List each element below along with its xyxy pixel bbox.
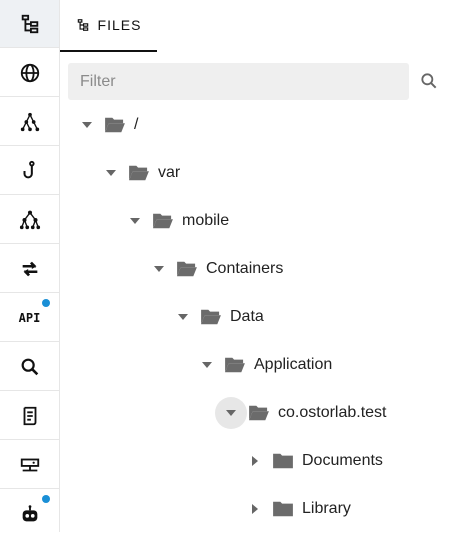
search-icon bbox=[421, 73, 437, 89]
graph-icon bbox=[20, 112, 39, 131]
caret-right-icon[interactable] bbox=[246, 500, 264, 518]
rail-network-button[interactable] bbox=[0, 49, 59, 97]
tab-files[interactable]: FILES bbox=[60, 0, 157, 52]
caret-down-icon[interactable] bbox=[126, 212, 144, 230]
tab-bar: FILES bbox=[60, 0, 455, 54]
tree-node-label: / bbox=[134, 116, 139, 133]
tree-node[interactable]: mobile bbox=[126, 197, 229, 245]
folder-icon bbox=[273, 453, 293, 469]
rail-bot-button[interactable] bbox=[0, 490, 59, 538]
tree-node-label: var bbox=[158, 164, 181, 181]
rail-graph-button[interactable] bbox=[0, 98, 59, 146]
search-icon bbox=[21, 358, 38, 375]
caret-down-icon[interactable] bbox=[174, 308, 192, 326]
api-icon: API bbox=[18, 310, 41, 325]
transfer-icon bbox=[22, 261, 37, 276]
icon-rail: API bbox=[0, 0, 60, 532]
tree-node-label: Documents bbox=[302, 452, 383, 469]
tree-node-label: mobile bbox=[182, 212, 230, 229]
hook-icon bbox=[22, 160, 35, 178]
folder-open-icon bbox=[177, 261, 197, 277]
caret-down-icon[interactable] bbox=[102, 164, 120, 182]
notification-dot bbox=[42, 299, 50, 307]
tree-node[interactable]: Library bbox=[246, 485, 351, 533]
folder-open-icon bbox=[249, 405, 269, 421]
rail-report-button[interactable] bbox=[0, 392, 59, 440]
tree-node[interactable]: Data bbox=[174, 293, 264, 341]
tree-node-label: Library bbox=[302, 500, 351, 517]
caret-down-icon[interactable] bbox=[78, 116, 96, 134]
tree-node-label: Containers bbox=[206, 260, 284, 277]
tree-node[interactable]: Documents bbox=[246, 437, 383, 485]
tree-node[interactable]: Application bbox=[198, 341, 332, 389]
tree-node[interactable]: co.ostorlab.test bbox=[215, 389, 387, 437]
rail-hierarchy-button[interactable] bbox=[0, 196, 59, 244]
search-button[interactable] bbox=[417, 69, 441, 93]
rail-files-button[interactable] bbox=[0, 0, 59, 48]
caret-down-icon[interactable] bbox=[150, 260, 168, 278]
document-icon bbox=[23, 406, 36, 425]
tree-node[interactable]: / bbox=[78, 101, 138, 149]
globe-icon bbox=[20, 63, 39, 82]
notification-dot bbox=[42, 495, 50, 503]
rail-hook-button[interactable] bbox=[0, 147, 59, 195]
tree-node-label: Application bbox=[254, 356, 333, 373]
files-tree-icon bbox=[21, 14, 38, 33]
caret-right-icon[interactable] bbox=[246, 452, 264, 470]
tree-node[interactable]: Containers bbox=[150, 245, 283, 293]
rail-transfer-button[interactable] bbox=[0, 245, 59, 293]
caret-down-icon[interactable] bbox=[215, 397, 247, 429]
files-panel: FILES / var mobile Containers Data Appli… bbox=[60, 0, 455, 532]
folder-open-icon bbox=[105, 117, 125, 133]
folder-open-icon bbox=[153, 213, 173, 229]
filter-input[interactable] bbox=[68, 63, 409, 100]
tab-files-label: FILES bbox=[97, 17, 142, 33]
rail-search-button[interactable] bbox=[0, 343, 59, 391]
server-icon bbox=[20, 458, 39, 471]
rail-api-button[interactable]: API bbox=[0, 294, 59, 342]
folder-icon bbox=[273, 501, 293, 517]
files-tree-icon bbox=[77, 19, 88, 31]
rail-device-button[interactable] bbox=[0, 441, 59, 489]
tree-node[interactable]: var bbox=[102, 149, 180, 197]
folder-open-icon bbox=[129, 165, 149, 181]
folder-open-icon bbox=[201, 309, 221, 325]
robot-icon bbox=[22, 505, 37, 522]
caret-down-icon[interactable] bbox=[198, 356, 216, 374]
folder-open-icon bbox=[225, 357, 245, 373]
tree-node-label: co.ostorlab.test bbox=[278, 404, 387, 421]
tree-node-label: Data bbox=[230, 308, 264, 325]
hierarchy-icon bbox=[19, 210, 40, 229]
